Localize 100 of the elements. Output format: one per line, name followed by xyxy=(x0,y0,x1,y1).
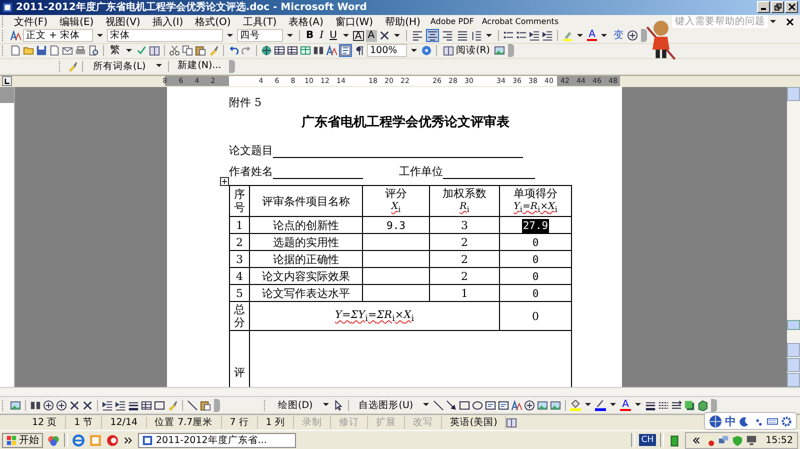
document-icon[interactable] xyxy=(10,45,21,56)
tab-selector-icon[interactable] xyxy=(2,76,12,86)
circle-icon[interactable] xyxy=(627,30,638,42)
caret-icon[interactable] xyxy=(97,34,103,38)
caret-icon[interactable] xyxy=(601,34,608,38)
horizontal-scrollbar[interactable] xyxy=(0,387,800,396)
caret-icon[interactable] xyxy=(287,34,293,38)
caret-icon[interactable] xyxy=(126,48,132,53)
brush-icon[interactable] xyxy=(167,400,178,411)
font-dropdown[interactable]: 宋体 xyxy=(107,29,223,42)
align-button[interactable] xyxy=(456,29,469,42)
cube-icon[interactable] xyxy=(696,400,708,411)
start-button[interactable]: 开始 xyxy=(2,432,43,448)
indent-icon[interactable] xyxy=(542,30,553,42)
caret-icon[interactable] xyxy=(156,64,162,68)
text-box-icon[interactable] xyxy=(485,400,496,411)
caret-icon[interactable] xyxy=(770,20,776,24)
table-cell[interactable]: 0 xyxy=(532,288,539,300)
caret-icon[interactable] xyxy=(423,403,430,408)
menu-item[interactable]: 表格(A) xyxy=(282,14,330,29)
table-cell[interactable]: 0 xyxy=(532,236,539,249)
phonetic-guide-button[interactable]: 变 xyxy=(611,30,626,42)
caret-icon[interactable] xyxy=(576,34,583,38)
colorful-app-icon[interactable] xyxy=(47,434,60,447)
text-box-icon[interactable] xyxy=(498,400,510,411)
menu-item[interactable]: Acrobat Comments xyxy=(478,17,563,26)
caret-icon[interactable] xyxy=(322,403,329,408)
copy-icon[interactable] xyxy=(182,45,193,56)
styles-icon[interactable] xyxy=(511,400,522,411)
language-indicator[interactable]: CH xyxy=(639,434,656,446)
brush-icon[interactable] xyxy=(208,45,219,56)
close-button[interactable] xyxy=(785,1,798,14)
circle-icon[interactable] xyxy=(43,400,54,411)
caret-icon[interactable] xyxy=(486,34,492,38)
caret-icon[interactable] xyxy=(634,403,641,408)
circle-icon[interactable] xyxy=(56,400,67,411)
styles-icon[interactable] xyxy=(10,30,21,42)
menu-item[interactable]: 文件(F) xyxy=(8,14,54,29)
read-button[interactable]: 阅读(R) xyxy=(441,44,492,57)
caret-icon[interactable] xyxy=(610,403,616,408)
autoshapes-menu[interactable]: 自选图形(U) xyxy=(352,398,420,412)
underline-button[interactable]: U xyxy=(328,30,339,42)
styles-icon[interactable] xyxy=(326,45,337,56)
cross-icon[interactable] xyxy=(378,30,390,42)
printer-icon[interactable] xyxy=(75,45,86,56)
toolbar-grip[interactable] xyxy=(264,400,268,411)
image-icon[interactable] xyxy=(494,45,506,56)
menu-item[interactable]: 帮助(H) xyxy=(379,14,426,29)
toolbar-handle[interactable] xyxy=(710,398,717,412)
line-icon[interactable] xyxy=(187,400,198,411)
network-icon[interactable] xyxy=(718,434,729,446)
line-style-icon[interactable] xyxy=(128,400,139,411)
arrow-style-icon[interactable] xyxy=(670,400,682,411)
menu-item[interactable]: Adobe PDF xyxy=(426,17,478,26)
close-icon[interactable] xyxy=(786,18,794,26)
dash-style-icon[interactable] xyxy=(658,400,669,411)
table-icon[interactable] xyxy=(274,45,285,56)
menu-item[interactable]: 格式(O) xyxy=(189,14,237,29)
menu-item[interactable]: 工具(T) xyxy=(236,14,283,29)
fill-color-icon[interactable] xyxy=(570,400,582,411)
rectangle-icon[interactable] xyxy=(459,400,470,411)
bold-button[interactable]: B xyxy=(304,30,316,42)
menu-item[interactable]: 插入(I) xyxy=(146,14,190,29)
brush-icon[interactable] xyxy=(67,60,78,72)
check-icon[interactable] xyxy=(136,45,147,56)
italic-button[interactable]: I xyxy=(318,30,326,42)
moon-icon[interactable] xyxy=(739,416,750,426)
line-spacing-icon[interactable] xyxy=(470,30,482,42)
style-dropdown[interactable]: 正文 + 宋体 xyxy=(23,29,93,42)
ellipse-icon[interactable] xyxy=(472,400,484,411)
font-color-button[interactable]: A xyxy=(586,30,598,42)
taskbar-button[interactable]: 2011-2012年度广东省... xyxy=(138,432,296,448)
caret-icon[interactable] xyxy=(227,34,233,38)
line-style-icon[interactable] xyxy=(644,400,656,411)
globe-icon[interactable] xyxy=(261,45,272,56)
book-icon[interactable] xyxy=(149,45,160,56)
battery-icon[interactable] xyxy=(668,434,681,447)
toolbar-grip[interactable] xyxy=(2,400,6,411)
list-icon[interactable] xyxy=(502,30,514,42)
circle-icon[interactable] xyxy=(524,400,536,411)
document-map-button[interactable] xyxy=(339,44,352,58)
cross-icon[interactable] xyxy=(82,400,93,411)
toolbar-grip[interactable] xyxy=(2,16,6,28)
spreadsheet-icon[interactable] xyxy=(300,45,311,56)
line-color-icon[interactable] xyxy=(595,400,606,411)
table-move-handle[interactable] xyxy=(220,177,229,186)
caret-icon[interactable] xyxy=(411,48,417,53)
table-icon[interactable] xyxy=(141,400,152,411)
app-icon[interactable] xyxy=(106,434,119,447)
zoom-dropdown[interactable]: 100% xyxy=(367,44,407,58)
align-button[interactable] xyxy=(426,29,439,42)
caret-icon[interactable] xyxy=(585,403,592,408)
table-cell[interactable]: 0 xyxy=(532,270,539,283)
monitor-icon[interactable] xyxy=(746,434,757,446)
input-mode-button[interactable]: 中 xyxy=(725,414,736,428)
scissors-icon[interactable] xyxy=(169,45,180,56)
undo-icon[interactable] xyxy=(228,45,239,56)
image-icon[interactable] xyxy=(537,400,548,411)
table-cell[interactable]: 27.9 xyxy=(522,218,550,233)
folder-icon[interactable] xyxy=(23,45,34,56)
